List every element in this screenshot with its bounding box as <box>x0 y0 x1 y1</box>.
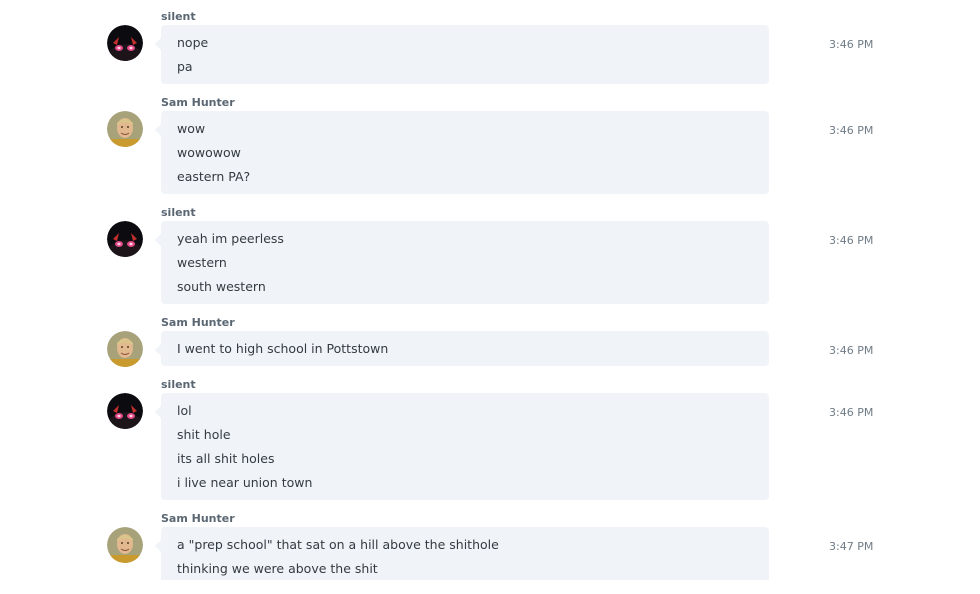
user-avatar[interactable] <box>107 331 143 367</box>
message-line: a "prep school" that sat on a hill above… <box>177 537 499 552</box>
message-line: eastern PA? <box>177 169 251 184</box>
author-name[interactable]: Sam Hunter <box>161 512 235 526</box>
anime-avatar-icon <box>107 393 143 429</box>
message-bubble: lol shit hole its all shit holes i live … <box>155 393 769 500</box>
user-avatar[interactable] <box>107 221 143 257</box>
message-line: western <box>177 255 227 270</box>
message-line: wowowow <box>177 145 241 160</box>
chat-log: silent nope pa 3:46 PM Sam Hunter wow wo… <box>0 0 980 580</box>
message-timestamp: 3:46 PM <box>829 38 874 51</box>
message-bubble: nope pa <box>155 25 769 84</box>
anime-avatar-icon <box>107 221 143 257</box>
user-avatar[interactable] <box>107 25 143 61</box>
message-line: I went to high school in Pottstown <box>177 341 389 356</box>
user-avatar[interactable] <box>107 527 143 563</box>
message-timestamp: 3:46 PM <box>829 344 874 357</box>
author-name[interactable]: silent <box>161 378 196 392</box>
message-bubble: yeah im peerless western south western <box>155 221 769 304</box>
author-name[interactable]: Sam Hunter <box>161 316 235 330</box>
message-line: its all shit holes <box>177 451 275 466</box>
message-timestamp: 3:47 PM <box>829 540 874 553</box>
message-line: south western <box>177 279 266 294</box>
message-line: thinking we were above the shit <box>177 561 378 576</box>
message-line: yeah im peerless <box>177 231 284 246</box>
message-line: wow <box>177 121 206 136</box>
user-avatar[interactable] <box>107 111 143 147</box>
message-line: shit hole <box>177 427 231 442</box>
message-line: pa <box>177 59 193 74</box>
author-name[interactable]: silent <box>161 206 196 220</box>
message-bubble: wow wowowow eastern PA? <box>155 111 769 194</box>
message-timestamp: 3:46 PM <box>829 406 874 419</box>
message-bubble: a "prep school" that sat on a hill above… <box>155 527 769 580</box>
person-avatar-icon <box>107 111 143 147</box>
message-timestamp: 3:46 PM <box>829 124 874 137</box>
message-line: i live near union town <box>177 475 313 490</box>
message-timestamp: 3:46 PM <box>829 234 874 247</box>
person-avatar-icon <box>107 527 143 563</box>
user-avatar[interactable] <box>107 393 143 429</box>
message-line: nope <box>177 35 209 50</box>
person-avatar-icon <box>107 331 143 367</box>
message-bubble: I went to high school in Pottstown <box>155 331 769 366</box>
author-name[interactable]: Sam Hunter <box>161 96 235 110</box>
anime-avatar-icon <box>107 25 143 61</box>
author-name[interactable]: silent <box>161 10 196 24</box>
message-line: lol <box>177 403 192 418</box>
